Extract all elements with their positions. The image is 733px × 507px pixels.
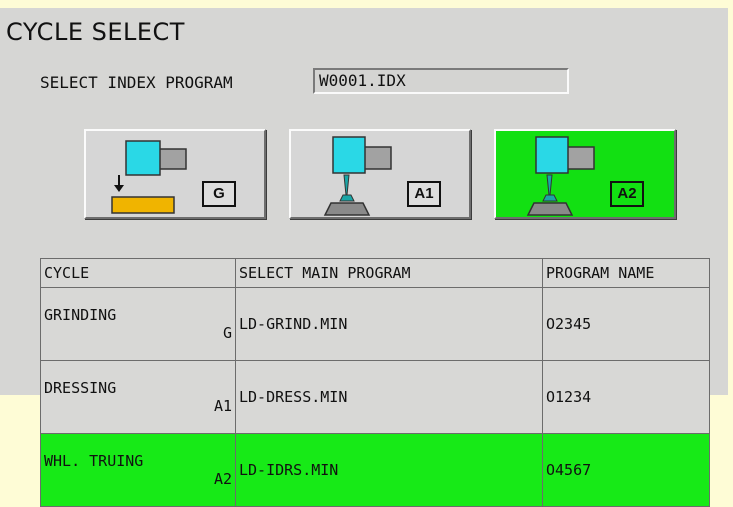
table-row-selected[interactable]: WHL. TRUING A2 LD-IDRS.MIN O4567 (40, 433, 710, 507)
cycle-name: GRINDING (44, 306, 117, 324)
program-name-cell: O1234 (542, 360, 710, 434)
cycle-tag-a2: A2 (610, 181, 644, 207)
cycle-tag-g: G (202, 181, 236, 207)
main-program-cell: LD-GRIND.MIN (235, 287, 543, 361)
cycle-code: G (222, 324, 232, 342)
cycle-cell: GRINDING G (40, 287, 236, 361)
header-select-main-program: SELECT MAIN PROGRAM (235, 258, 543, 288)
cycle-cell: DRESSING A1 (40, 360, 236, 434)
cycle-tag-a1: A1 (407, 181, 441, 207)
page-title: CYCLE SELECT (6, 18, 185, 46)
header-cycle: CYCLE (40, 258, 236, 288)
truing-cycle-button[interactable]: A2 (494, 129, 676, 219)
header-program-name: PROGRAM NAME (542, 258, 710, 288)
table-row[interactable]: GRINDING G LD-GRIND.MIN O2345 (40, 287, 710, 361)
cycle-name: WHL. TRUING (44, 452, 144, 470)
cycle-cell: WHL. TRUING A2 (40, 433, 236, 507)
table-header-row: CYCLE SELECT MAIN PROGRAM PROGRAM NAME (40, 258, 710, 288)
index-program-label: SELECT INDEX PROGRAM (40, 73, 233, 92)
grinding-cycle-button[interactable]: G (84, 129, 266, 219)
truing-icon (526, 136, 595, 216)
program-name-cell: O2345 (542, 287, 710, 361)
main-program-cell: LD-IDRS.MIN (235, 433, 543, 507)
program-name-cell: O4567 (542, 433, 710, 507)
cycle-select-panel: CYCLE SELECT SELECT INDEX PROGRAM W0001.… (0, 8, 728, 507)
cycle-name: DRESSING (44, 379, 117, 397)
index-program-field[interactable]: W0001.IDX (313, 68, 569, 94)
grinding-icon (111, 140, 187, 214)
dressing-cycle-button[interactable]: A1 (289, 129, 471, 219)
cycle-table: CYCLE SELECT MAIN PROGRAM PROGRAM NAME G… (40, 258, 710, 507)
cycle-code: A1 (213, 397, 232, 415)
main-program-cell: LD-DRESS.MIN (235, 360, 543, 434)
cycle-code: A2 (213, 470, 232, 488)
dressing-icon (323, 136, 392, 216)
table-row[interactable]: DRESSING A1 LD-DRESS.MIN O1234 (40, 360, 710, 434)
